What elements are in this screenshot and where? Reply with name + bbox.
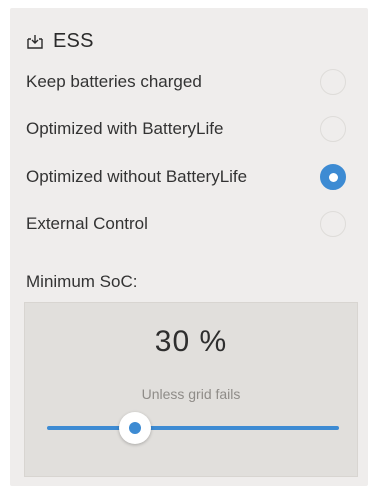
minimum-soc-box: 30 % Unless grid fails [24,302,358,477]
option-label: Optimized without BatteryLife [26,167,248,186]
radio-button[interactable] [320,211,346,237]
radio-button[interactable] [320,69,346,95]
slider-track[interactable] [47,426,339,430]
radio-button[interactable] [320,164,346,190]
slider-thumb-dot [128,422,141,434]
option-optimized-with-batterylife[interactable]: Optimized with BatteryLife [26,110,346,148]
battery-in-icon [27,34,43,49]
option-label: Optimized with BatteryLife [26,119,224,138]
slider-thumb[interactable] [118,412,151,444]
ess-title: ESS [53,30,94,52]
minimum-soc-label: Minimum SoC: [26,272,138,291]
option-label: External Control [26,214,148,233]
minimum-soc-value: 30 % [154,325,228,358]
ess-panel: ESS Keep batteries charged Optimized wit… [10,8,368,486]
radio-button[interactable] [320,116,346,142]
option-external-control[interactable]: External Control [26,205,346,243]
option-label: Keep batteries charged [26,72,202,91]
minimum-soc-subtitle: Unless grid fails [141,386,241,402]
option-optimized-without-batterylife[interactable]: Optimized without BatteryLife [26,158,346,196]
option-keep-batteries-charged[interactable]: Keep batteries charged [26,63,346,101]
ess-header: ESS [26,30,94,53]
minimum-soc-slider[interactable] [47,412,339,444]
